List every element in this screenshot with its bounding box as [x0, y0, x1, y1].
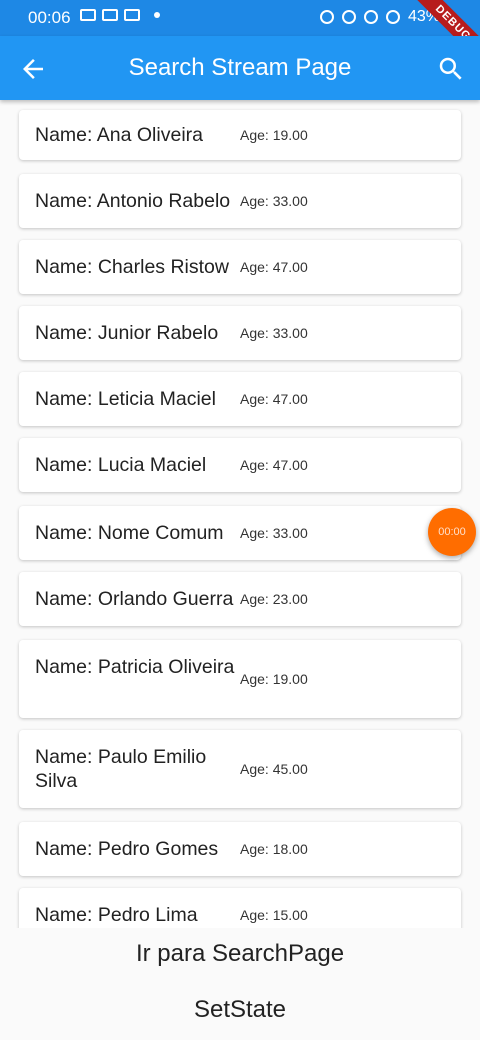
page-title: Search Stream Page [128, 54, 352, 81]
person-card[interactable]: Name: Nome Comum Age: 33.00 [19, 506, 461, 560]
alarm-icon [319, 10, 334, 24]
person-name: Name: Lucia Maciel [35, 454, 207, 476]
status-bar: 00:06 43% [0, 0, 480, 36]
bottom-actions: Ir para SearchPage SetState [0, 928, 480, 1040]
wifi-icon [363, 10, 378, 24]
person-name: Name: Antonio Rabelo [35, 190, 231, 212]
person-age: Age: 45.00 [240, 761, 308, 777]
search-button[interactable] [436, 54, 466, 84]
person-age: Age: 23.00 [240, 591, 308, 607]
go-to-search-page-button[interactable]: Ir para SearchPage [0, 940, 480, 968]
search-icon [439, 57, 462, 80]
image-icon [124, 9, 140, 21]
person-name: Name: Pedro Lima [35, 904, 198, 926]
person-name: Name: Charles Ristow [35, 256, 229, 278]
person-card[interactable]: Name: Junior Rabelo Age: 33.00 [19, 306, 461, 360]
person-age: Age: 47.00 [240, 391, 308, 407]
cast-icon [102, 9, 118, 21]
person-card[interactable]: Name: Pedro Lima Age: 15.00 [19, 888, 461, 928]
set-state-button[interactable]: SetState [0, 996, 480, 1024]
status-time: 00:06 [28, 8, 71, 27]
notification-icons [80, 9, 160, 21]
person-card[interactable]: Name: Patricia Oliveira Age: 19.00 [19, 640, 461, 718]
person-name: Name: Nome Comum [35, 522, 224, 544]
person-card[interactable]: Name: Ana Oliveira Age: 19.00 [19, 110, 461, 160]
person-card[interactable]: Name: Charles Ristow Age: 47.00 [19, 240, 461, 294]
person-age: Age: 47.00 [240, 457, 308, 473]
person-name: Name: Orlando Guerra [35, 588, 234, 610]
person-card[interactable]: Name: Antonio Rabelo Age: 33.00 [19, 174, 461, 228]
signal-icon [385, 10, 400, 24]
person-age: Age: 33.00 [240, 325, 308, 341]
person-age: Age: 15.00 [240, 907, 308, 923]
people-list[interactable]: Name: Ana Oliveira Age: 19.00 Name: Antoni… [0, 100, 480, 928]
person-card[interactable]: Name: Lucia Maciel Age: 47.00 [19, 438, 461, 492]
person-name: Name: Paulo Emilio Silva [35, 746, 207, 792]
person-age: Age: 19.00 [240, 127, 308, 143]
app-bar: Search Stream Page [0, 36, 480, 100]
person-age: Age: 33.00 [240, 525, 308, 541]
person-name: Name: Junior Rabelo [35, 322, 219, 344]
person-name: Name: Pedro Gomes [35, 838, 219, 860]
person-name: Name: Leticia Maciel [35, 388, 216, 410]
person-age: Age: 33.00 [240, 193, 308, 209]
mute-icon [341, 10, 356, 24]
person-card[interactable]: Name: Pedro Gomes Age: 18.00 [19, 822, 461, 876]
person-card[interactable]: Name: Paulo Emilio Silva Age: 45.00 [19, 730, 461, 808]
person-card[interactable]: Name: Orlando Guerra Age: 23.00 [19, 572, 461, 626]
more-notifications-icon [154, 12, 160, 18]
person-age: Age: 18.00 [240, 841, 308, 857]
video-icon [80, 9, 96, 21]
person-name: Name: Patricia Oliveira [35, 656, 235, 678]
person-age: Age: 47.00 [240, 259, 308, 275]
person-age: Age: 19.00 [240, 671, 308, 687]
person-name: Name: Ana Oliveira [35, 124, 203, 146]
person-card[interactable]: Name: Leticia Maciel Age: 47.00 [19, 372, 461, 426]
timer-fab[interactable]: 00:00 [428, 508, 476, 556]
system-icons: 43% [319, 8, 440, 26]
